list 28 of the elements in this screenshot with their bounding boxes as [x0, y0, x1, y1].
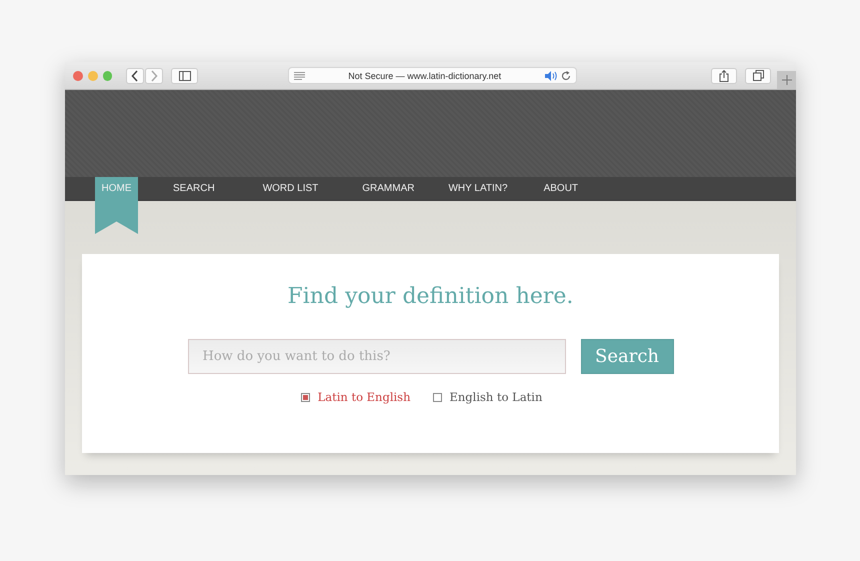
back-button[interactable] [126, 68, 144, 84]
share-button[interactable] [710, 68, 737, 84]
heading: Find your definition here. [288, 284, 574, 309]
share-icon [718, 70, 729, 82]
new-tab-button[interactable] [777, 71, 796, 89]
search-field[interactable]: How do you want to do this? [188, 339, 566, 374]
sidebar-icon [178, 70, 191, 80]
radio-box[interactable] [432, 392, 442, 402]
speaker-icon[interactable] [544, 70, 557, 80]
tabs-button[interactable] [744, 68, 772, 84]
close-button[interactable] [73, 70, 83, 80]
forward-icon [150, 70, 158, 82]
back-icon [131, 70, 140, 82]
address-text: Not Secure — www.latin-dictionary.net [347, 70, 502, 80]
plus-icon [782, 75, 792, 85]
option-label[interactable]: Latin to English [318, 390, 410, 404]
address-bar[interactable]: Not Secure — www.latin-dictionary.net [288, 67, 577, 84]
tabs-icon [752, 70, 764, 81]
nav-tab[interactable]: GRAMMAR [362, 177, 414, 200]
nav-tab[interactable]: WHY LATIN? [448, 177, 508, 200]
nav-tab[interactable]: WORD LIST [262, 177, 318, 200]
reader-icon [294, 72, 305, 80]
radio-box[interactable] [300, 392, 310, 402]
sidebar-button[interactable] [171, 68, 198, 84]
reload-icon[interactable] [560, 70, 571, 80]
option-label[interactable]: English to Latin [450, 390, 542, 404]
nav-tab[interactable]: SEARCH [173, 177, 215, 200]
nav-tab[interactable]: ABOUT [544, 177, 578, 200]
